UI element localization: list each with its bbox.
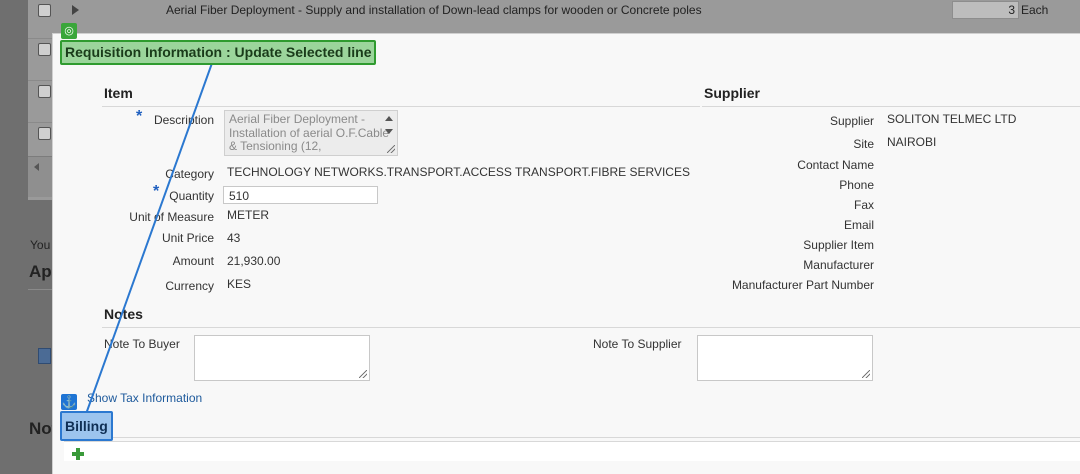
site-label: Site (853, 137, 874, 151)
unit-price-label: Unit Price (161, 231, 214, 245)
unit-price-value: 43 (227, 231, 241, 245)
billing-section-heading: Billing (60, 411, 113, 441)
divider (102, 437, 1080, 438)
divider (102, 327, 1080, 328)
note-to-supplier-field[interactable] (697, 335, 873, 381)
checkbox-icon[interactable] (38, 43, 51, 56)
currency-label: Currency (165, 279, 214, 293)
show-tax-information-link[interactable]: Show Tax Information (87, 391, 202, 405)
fax-label: Fax (853, 198, 874, 212)
line-description: Aerial Fiber Deployment - Supply and ins… (166, 3, 702, 17)
contact-name-label: Contact Name (797, 158, 874, 172)
expand-arrow-icon[interactable] (72, 5, 79, 15)
target-icon: ◎ (61, 23, 77, 39)
checkbox-icon[interactable] (38, 85, 51, 98)
resize-grip-icon[interactable] (387, 145, 395, 153)
supplier-label: Supplier (829, 114, 874, 128)
amount-value: 21,930.00 (227, 254, 281, 268)
note-to-buyer-label: Note To Buyer (104, 337, 180, 351)
phone-label: Phone (839, 178, 874, 192)
quantity-label: Quantity (169, 189, 214, 203)
background-text: You (30, 238, 51, 252)
add-plus-icon[interactable] (72, 448, 84, 460)
checkbox-icon[interactable] (38, 4, 51, 17)
note-to-buyer-field[interactable] (194, 335, 370, 381)
description-value: Aerial Fiber Deployment - Installation o… (229, 112, 390, 153)
notes-section-heading: Notes (104, 306, 143, 322)
currency-value: KES (227, 277, 252, 291)
billing-add-row (64, 441, 1080, 461)
description-field[interactable]: Aerial Fiber Deployment - Installation o… (224, 110, 398, 156)
dialog-title: Requisition Information : Update Selecte… (60, 40, 377, 65)
amount-label: Amount (172, 254, 214, 268)
checkbox-icon[interactable] (38, 127, 51, 140)
category-label: Category (165, 167, 214, 181)
note-to-supplier-label: Note To Supplier (593, 337, 682, 351)
line-quantity[interactable]: 3 (952, 1, 1019, 19)
supplier-item-label: Supplier Item (803, 238, 874, 252)
quantity-input[interactable]: 510 (223, 186, 378, 204)
resize-grip-icon[interactable] (359, 370, 367, 378)
email-label: Email (843, 218, 874, 232)
document-icon[interactable] (38, 348, 51, 364)
scroll-left-icon[interactable] (34, 163, 39, 171)
manufacturer-label: Manufacturer (803, 258, 874, 272)
site-value: NAIROBI (887, 135, 937, 149)
uom-value: METER (227, 208, 269, 222)
supplier-section-heading: Supplier (704, 85, 761, 101)
uom-label: Unit of Measure (129, 210, 214, 224)
divider (28, 289, 52, 290)
line-uom: Each (1021, 3, 1049, 17)
category-value: TECHNOLOGY NETWORKS.TRANSPORT.ACCESS TRA… (227, 165, 690, 179)
item-section-heading: Item (104, 85, 133, 101)
divider (102, 106, 700, 107)
resize-grip-icon[interactable] (862, 370, 870, 378)
supplier-value: SOLITON TELMEC LTD (887, 112, 1017, 126)
manufacturer-part-number-label: Manufacturer Part Number (731, 278, 874, 292)
description-label: Description (153, 113, 214, 127)
anchor-icon: ⚓ (61, 394, 77, 410)
horizontal-scrollbar[interactable] (28, 156, 53, 197)
divider (702, 106, 1080, 107)
